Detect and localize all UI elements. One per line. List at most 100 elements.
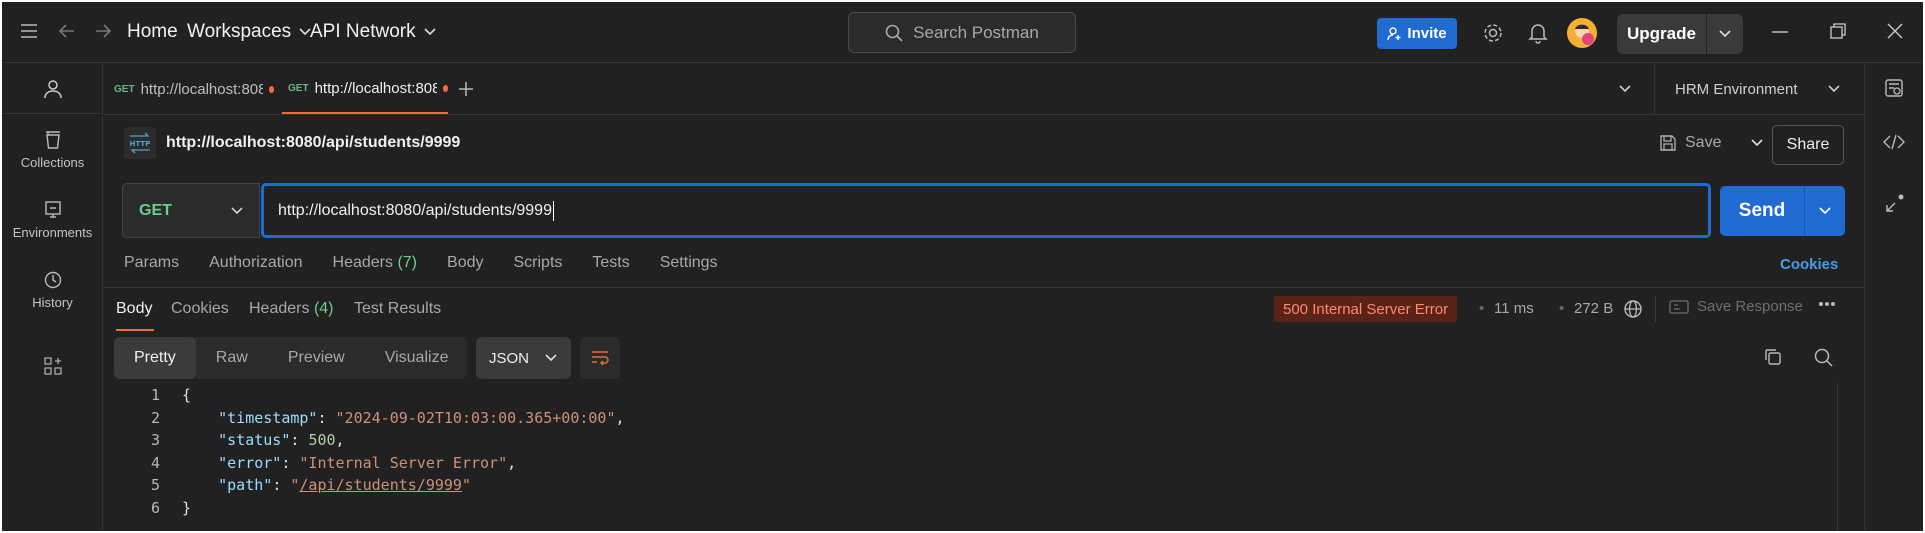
tab-scripts[interactable]: Scripts xyxy=(513,254,562,272)
restore-window-icon[interactable] xyxy=(1830,23,1846,39)
chevron-down-icon[interactable] xyxy=(1805,207,1845,215)
request-config-tabs: Params Authorization Headers (7) Body Sc… xyxy=(124,254,718,272)
back-arrow-icon[interactable] xyxy=(58,22,76,40)
send-button[interactable]: Send xyxy=(1720,186,1845,236)
tab-tests[interactable]: Tests xyxy=(592,254,629,272)
code-line: 2 "timestamp": "2024-09-02T10:03:00.365+… xyxy=(114,407,1834,430)
json-key: "path" xyxy=(218,476,273,495)
view-raw[interactable]: Raw xyxy=(196,337,268,379)
sidebar-item-collections[interactable]: Collections xyxy=(2,130,103,170)
svg-text:HTTP: HTTP xyxy=(130,140,151,148)
code-line: 3 "status": 500, xyxy=(114,429,1834,452)
method-selector[interactable]: GET xyxy=(122,183,260,238)
tab-headers[interactable]: Headers (7) xyxy=(333,254,418,272)
save-response-label: Save Response xyxy=(1697,298,1803,315)
request-tabs-bar: GET http://localhost:8080/ap GET http://… xyxy=(104,64,1864,115)
chevron-down-icon[interactable] xyxy=(1751,139,1764,147)
tab-authorization[interactable]: Authorization xyxy=(209,254,302,272)
tab-settings[interactable]: Settings xyxy=(660,254,718,272)
separator-dot: • xyxy=(1559,300,1565,317)
settings-gear-icon[interactable] xyxy=(1482,22,1504,44)
environment-selector[interactable]: HRM Environment xyxy=(1654,64,1862,114)
minimize-icon[interactable] xyxy=(1772,31,1788,33)
code-text: "status": 500, xyxy=(218,431,345,450)
status-badge[interactable]: 500 Internal Server Error xyxy=(1274,296,1458,322)
close-icon[interactable] xyxy=(1887,23,1903,39)
json-value: "Internal Server Error" xyxy=(299,453,508,472)
api-network-menu[interactable]: API Network xyxy=(310,21,436,43)
new-tab-plus-icon[interactable] xyxy=(458,64,474,114)
view-pretty[interactable]: Pretty xyxy=(114,337,196,379)
globe-icon[interactable] xyxy=(1623,299,1643,319)
response-headers-count: (4) xyxy=(313,300,334,317)
chevron-down-icon[interactable] xyxy=(1707,30,1743,38)
configure-sidebar-icon[interactable] xyxy=(2,356,103,376)
format-selector[interactable]: JSON xyxy=(476,337,571,379)
avatar[interactable] xyxy=(1567,18,1597,48)
response-tab-cookies[interactable]: Cookies xyxy=(171,300,229,318)
view-visualize[interactable]: Visualize xyxy=(365,337,469,379)
code-text: } xyxy=(182,498,192,517)
environment-quick-look-icon[interactable] xyxy=(1884,63,1904,113)
chevron-down-icon xyxy=(424,28,436,36)
code-line: 4 "error": "Internal Server Error", xyxy=(114,452,1834,475)
code-line: 5 "path": "/api/students/9999" xyxy=(114,474,1834,497)
json-link-value[interactable]: /api/students/9999 xyxy=(299,476,462,494)
json-key: "status" xyxy=(218,431,291,450)
request-title-row: HTTP http://localhost:8080/api/students/… xyxy=(124,127,460,159)
right-sidebar xyxy=(1864,64,1923,531)
more-options-icon[interactable] xyxy=(1818,301,1836,307)
response-tab-headers-label: Headers xyxy=(249,300,310,317)
copy-icon[interactable] xyxy=(1764,348,1782,366)
sidebar-item-label: History xyxy=(32,295,73,310)
url-input[interactable]: http://localhost:8080/api/students/9999 xyxy=(261,183,1711,238)
tab-params[interactable]: Params xyxy=(124,254,179,272)
headers-count: (7) xyxy=(397,254,418,271)
home-link[interactable]: Home xyxy=(127,21,178,43)
request-tab-active[interactable]: GET http://localhost:8080/ap xyxy=(282,64,448,114)
save-icon xyxy=(1660,135,1676,151)
notification-bell-icon[interactable] xyxy=(1528,22,1548,44)
code-icon[interactable] xyxy=(1883,134,1905,150)
sidebar-item-environments[interactable]: Environments xyxy=(2,200,103,240)
wrap-lines-icon[interactable] xyxy=(580,337,620,379)
response-tab-body[interactable]: Body xyxy=(116,300,152,318)
search-icon[interactable] xyxy=(1814,348,1833,367)
profile-icon[interactable] xyxy=(2,64,103,114)
api-network-label: API Network xyxy=(310,21,416,42)
invite-button[interactable]: Invite xyxy=(1377,18,1457,49)
response-body[interactable]: 1 { 2 "timestamp": "2024-09-02T10:03:00.… xyxy=(114,384,1834,519)
tab-method: GET xyxy=(114,83,135,95)
response-bar: Body Cookies Headers (4) Test Results 50… xyxy=(104,287,1864,331)
request-tab[interactable]: GET http://localhost:8080/ap xyxy=(114,64,274,114)
response-time[interactable]: 11 ms xyxy=(1494,300,1534,317)
method-label: GET xyxy=(139,201,172,219)
view-preview[interactable]: Preview xyxy=(268,337,365,379)
response-size[interactable]: 272 B xyxy=(1574,300,1613,317)
line-number: 5 xyxy=(150,476,160,495)
sidebar-item-history[interactable]: History xyxy=(2,270,103,310)
forward-arrow-icon[interactable] xyxy=(94,22,112,40)
json-value: "2024-09-02T10:03:00.365+00:00" xyxy=(335,408,616,427)
save-response-button[interactable]: Save Response xyxy=(1669,298,1803,315)
request-title[interactable]: http://localhost:8080/api/students/9999 xyxy=(166,134,460,152)
tab-body[interactable]: Body xyxy=(447,254,483,272)
share-button[interactable]: Share xyxy=(1772,125,1844,165)
unsaved-dot-icon xyxy=(268,85,274,93)
search-placeholder: Search Postman xyxy=(913,22,1039,42)
response-tab-headers[interactable]: Headers (4) xyxy=(249,300,334,318)
cookies-link[interactable]: Cookies xyxy=(1780,256,1838,273)
scrollbar[interactable] xyxy=(1837,383,1838,531)
url-value: http://localhost:8080/api/students/9999 xyxy=(278,201,552,219)
menu-icon[interactable] xyxy=(20,24,38,38)
tabs-overflow-chevron-icon[interactable] xyxy=(1619,64,1631,114)
response-tab-test-results[interactable]: Test Results xyxy=(354,300,441,318)
search-icon xyxy=(885,24,903,42)
search-bar[interactable]: Search Postman xyxy=(848,12,1076,53)
collections-icon xyxy=(45,131,60,149)
upgrade-button[interactable]: Upgrade xyxy=(1617,14,1743,54)
workspaces-menu[interactable]: Workspaces xyxy=(187,21,311,43)
save-button[interactable]: Save xyxy=(1659,134,1764,152)
related-collections-icon[interactable] xyxy=(1884,192,1906,214)
json-quote: " xyxy=(461,476,471,495)
